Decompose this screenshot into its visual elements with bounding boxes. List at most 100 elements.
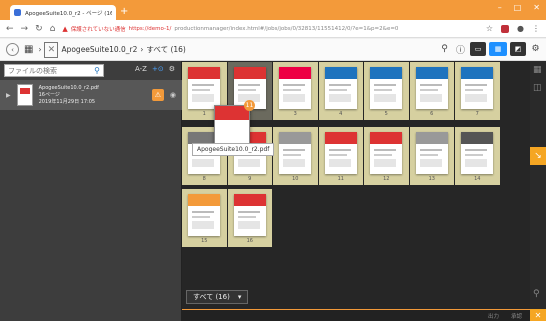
apps-grid-icon[interactable]: ▦ (24, 44, 33, 55)
page-text-line (283, 159, 305, 167)
panel-settings-icon[interactable]: ⚙ (169, 65, 175, 73)
url-path: productionmanager/index.html#/jobs/jobs/… (174, 25, 399, 32)
page-number: 15 (201, 238, 208, 244)
minimize-icon[interactable]: – (498, 3, 502, 12)
right-tool-strip: ▦ ◫ ↘ ⚲ ✕ (530, 61, 546, 321)
page-header-bar (461, 132, 493, 144)
page-filter-select[interactable]: すべて (16) ▾ (186, 290, 249, 304)
page-thumbnail[interactable]: 12 (364, 127, 409, 185)
back-circle-icon[interactable]: ‹ (6, 43, 19, 56)
layout-icon[interactable]: ▦ (533, 65, 542, 75)
page-text-line (328, 154, 347, 156)
page-number: 7 (475, 111, 479, 117)
file-name: ApogeeSuite10.0_r2.pdf (38, 85, 99, 91)
page-number: 9 (248, 176, 252, 182)
page-number: 14 (474, 176, 481, 182)
page-text-line (465, 159, 487, 167)
page-thumbnail[interactable]: 6 (409, 62, 454, 120)
expand-icon[interactable]: ▶ (6, 92, 11, 99)
page-number: 4 (339, 111, 343, 117)
page-text-line (374, 154, 392, 156)
page-number: 6 (430, 111, 434, 117)
page-text-line (328, 159, 351, 167)
zoom-icon[interactable]: ⚲ (533, 289, 540, 299)
new-tab-icon[interactable]: + (120, 6, 128, 17)
page-header-bar (370, 67, 402, 79)
app-toolbar: ‹ ▦ › ✕ ApogeeSuite10.0_r2 › すべて (16) ⚲ … (0, 39, 546, 61)
home-icon[interactable]: ⌂ (50, 24, 56, 34)
url-field[interactable]: ▲ 保護されていない通信 https://demo-1/ productionm… (62, 25, 478, 33)
page-text-line (192, 94, 214, 102)
output-button[interactable]: 出力 (488, 312, 499, 320)
file-date: 2019年11月29日 17:05 (38, 99, 96, 105)
page-header-bar (461, 67, 493, 79)
page-preview (370, 132, 402, 174)
page-header-bar (415, 67, 448, 79)
page-text-line (465, 84, 487, 86)
menu-icon[interactable]: ⋮ (532, 24, 540, 33)
add-file-icon[interactable]: +⊙ (152, 65, 164, 73)
chevron-down-icon: ▾ (237, 293, 242, 301)
page-text-line (374, 89, 392, 91)
file-list-item[interactable]: ▶ ApogeeSuite10.0_r2.pdf 16ページ 2019年11月2… (0, 80, 182, 110)
search-icon[interactable]: ⚲ (94, 66, 100, 75)
settings-gear-icon[interactable]: ⚙ (529, 44, 542, 54)
page-thumbnail[interactable]: 5 (364, 62, 409, 120)
move-page-icon[interactable]: ↘ (530, 147, 546, 165)
maximize-icon[interactable]: □ (514, 3, 522, 12)
view-controls: ⚲ ⓘ ▭ ▦ ◩ ⚙ (438, 42, 542, 56)
breadcrumb-pages[interactable]: すべて (16) (146, 44, 185, 55)
page-header-bar (188, 67, 220, 79)
page-number: 11 (337, 176, 344, 182)
reload-icon[interactable]: ↻ (35, 24, 43, 34)
page-preview (415, 132, 448, 174)
page-thumbnail[interactable]: 14 (455, 127, 500, 185)
panel-tools: A-Z +⊙ ⚙ (135, 65, 175, 73)
page-text-line (419, 89, 438, 91)
breadcrumb-job[interactable]: ApogeeSuite10.0_r2 (61, 45, 137, 54)
page-text-line (419, 159, 442, 167)
visibility-icon[interactable]: ◉ (170, 91, 176, 99)
back-icon[interactable]: ← (6, 24, 14, 34)
close-window-icon[interactable]: ✕ (533, 3, 540, 12)
page-header-bar (324, 132, 357, 144)
security-warning-text: 保護されていない通信 (70, 26, 126, 33)
sort-button[interactable]: A-Z (135, 65, 147, 73)
page-text-line (374, 159, 396, 167)
page-thumbnail[interactable]: 16 (227, 189, 272, 247)
spread-icon[interactable]: ◫ (533, 83, 542, 93)
file-search[interactable]: ⚲ (4, 64, 104, 77)
page-thumbnail[interactable]: 4 (318, 62, 363, 120)
page-text-line (419, 154, 438, 156)
file-thumbnail (16, 84, 33, 106)
star-icon[interactable]: ☆ (486, 24, 493, 33)
url-domain: https://demo-1/ (128, 25, 172, 32)
browser-tab[interactable]: ApogeeSuite10.0_r2 - ページ (16) × (10, 5, 116, 20)
forward-icon[interactable]: → (21, 24, 29, 34)
page-thumbnail[interactable]: 10 (273, 127, 318, 185)
search-icon[interactable]: ⚲ (438, 44, 451, 54)
page-thumbnail[interactable]: 15 (182, 189, 227, 247)
page-preview (279, 132, 311, 174)
close-panel-icon[interactable]: ✕ (530, 309, 546, 321)
single-view-button[interactable]: ▭ (470, 42, 486, 56)
page-header-bar (324, 67, 357, 79)
info-icon[interactable]: ⓘ (454, 43, 467, 56)
page-text-line (237, 211, 260, 213)
account-icon[interactable]: ● (517, 24, 524, 33)
tab-title: ApogeeSuite10.0_r2 - ページ (16) × (25, 10, 112, 17)
page-thumbnail[interactable]: 7 (455, 62, 500, 120)
thumbnail-view-button[interactable]: ◩ (510, 42, 526, 56)
extension-icon[interactable] (501, 24, 510, 33)
search-input[interactable] (8, 66, 88, 75)
grid-view-button[interactable]: ▦ (489, 42, 507, 56)
chevron-right-icon: › (38, 45, 42, 54)
page-thumbnail[interactable]: 11 (318, 127, 363, 185)
approve-button[interactable]: 承認 (511, 312, 522, 320)
file-meta: ApogeeSuite10.0_r2.pdf 16ページ 2019年11月29日… (39, 85, 146, 105)
page-thumbnail[interactable]: 3 (273, 62, 318, 120)
page-text-line (237, 84, 260, 86)
warning-icon[interactable]: ⚠ (151, 89, 164, 101)
page-grid-area: 12345678910111213141516 (182, 61, 530, 309)
page-thumbnail[interactable]: 13 (409, 127, 454, 185)
